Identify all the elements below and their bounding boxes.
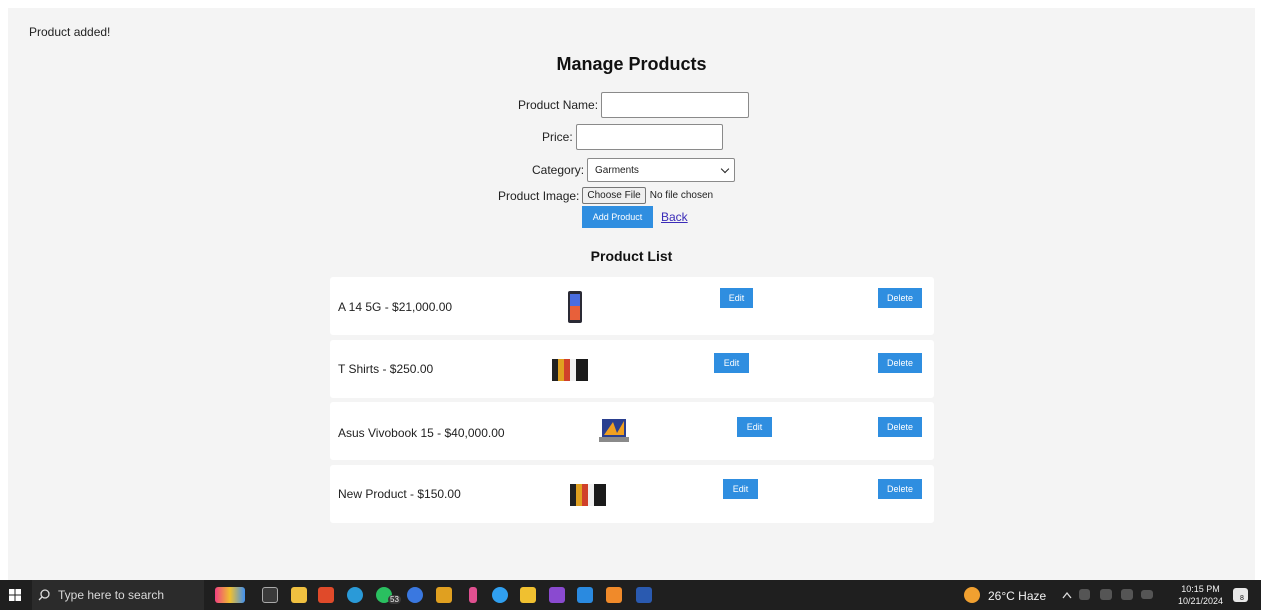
product-row: T Shirts - $250.00 Edit Delete	[330, 340, 934, 398]
brave-browser-icon[interactable]	[318, 587, 334, 603]
price-input[interactable]	[575, 124, 723, 150]
product-image-row: Product Image: Choose File No file chose…	[498, 187, 713, 204]
product-row: Asus Vivobook 15 - $40,000.00 Edit Delet…	[330, 402, 934, 460]
category-label: Category:	[532, 163, 585, 177]
word-icon[interactable]	[636, 587, 652, 603]
delete-button[interactable]: Delete	[878, 479, 922, 499]
task-view-icon[interactable]	[262, 587, 278, 603]
page-title: Manage Products	[556, 54, 707, 74]
clock-date: 10/21/2024	[1178, 596, 1224, 606]
price-label: Price:	[542, 130, 573, 144]
chevron-down-icon	[720, 164, 730, 174]
file-status: No file chosen	[649, 190, 714, 201]
product-row: New Product - $150.00 Edit Delete	[330, 465, 934, 523]
product-text: A 14 5G - $21,000.00	[338, 300, 453, 314]
phone-image-icon	[568, 291, 582, 323]
product-name-label: Product Name:	[518, 98, 599, 112]
search-icon	[38, 589, 50, 601]
edit-button[interactable]: Edit	[720, 288, 753, 308]
tshirt-image-icon	[570, 484, 606, 506]
chevron-up-icon[interactable]	[1062, 591, 1072, 599]
flash-message: Product added!	[29, 25, 111, 39]
laptop-image-icon	[599, 419, 629, 442]
weather-icon[interactable]	[964, 587, 980, 603]
product-text: New Product - $150.00	[338, 487, 461, 501]
delete-button[interactable]: Delete	[878, 288, 922, 308]
clock-time: 10:15 PM	[1181, 584, 1220, 594]
form-actions: Add Product Back	[582, 206, 688, 228]
edge-browser-icon[interactable]	[347, 587, 363, 603]
xampp-icon[interactable]	[606, 587, 622, 603]
search-placeholder: Type here to search	[58, 588, 165, 602]
visual-studio-icon[interactable]	[549, 587, 565, 603]
widgets-icon[interactable]	[215, 587, 245, 603]
windows-start-icon[interactable]	[9, 589, 21, 601]
category-row: Category: Garments	[532, 158, 736, 182]
taskbar-search-box[interactable]: Type here to search	[32, 580, 204, 610]
weather-text[interactable]: 26°C Haze	[988, 589, 1046, 603]
product-name-input[interactable]	[601, 92, 750, 118]
volume-icon[interactable]	[1121, 589, 1133, 600]
wifi-icon[interactable]	[1100, 589, 1112, 600]
taskbar: Type here to search 53 26°C Haze 10:15 P…	[0, 580, 1261, 610]
page-container: Product added! Manage Products Product N…	[8, 8, 1255, 580]
tray-app-icon[interactable]	[1079, 589, 1090, 600]
product-image-label: Product Image:	[498, 188, 580, 203]
file-explorer-icon[interactable]	[291, 587, 307, 603]
delete-button[interactable]: Delete	[878, 417, 922, 437]
product-text: Asus Vivobook 15 - $40,000.00	[338, 426, 505, 440]
product-name-row: Product Name:	[518, 92, 750, 118]
app-icon-blue[interactable]	[407, 587, 423, 603]
system-clock[interactable]: 10:15 PM 10/21/2024	[1178, 583, 1223, 607]
category-select[interactable]: Garments	[587, 158, 736, 182]
whatsapp-badge: 53	[388, 595, 401, 604]
product-text: T Shirts - $250.00	[338, 362, 434, 376]
choose-file-button[interactable]: Choose File	[582, 187, 646, 204]
price-row: Price:	[542, 124, 723, 150]
edit-button[interactable]: Edit	[714, 353, 749, 373]
add-product-button[interactable]: Add Product	[582, 206, 653, 228]
category-selected-value: Garments	[595, 164, 639, 176]
back-link[interactable]: Back	[661, 210, 688, 224]
product-row: A 14 5G - $21,000.00 Edit Delete	[330, 277, 934, 335]
product-list-title: Product List	[590, 248, 673, 264]
edit-button[interactable]: Edit	[737, 417, 772, 437]
edit-button[interactable]: Edit	[723, 479, 758, 499]
app-icon-cyan[interactable]	[492, 587, 508, 603]
delete-button[interactable]: Delete	[878, 353, 922, 373]
app-icon-yellow[interactable]	[520, 587, 536, 603]
notification-count: 8	[1240, 595, 1244, 602]
vscode-icon[interactable]	[577, 587, 593, 603]
app-icon-orange[interactable]	[436, 587, 452, 603]
app-icon-pink[interactable]	[469, 587, 477, 603]
tshirt-image-icon	[552, 359, 588, 381]
battery-icon[interactable]	[1141, 590, 1153, 599]
